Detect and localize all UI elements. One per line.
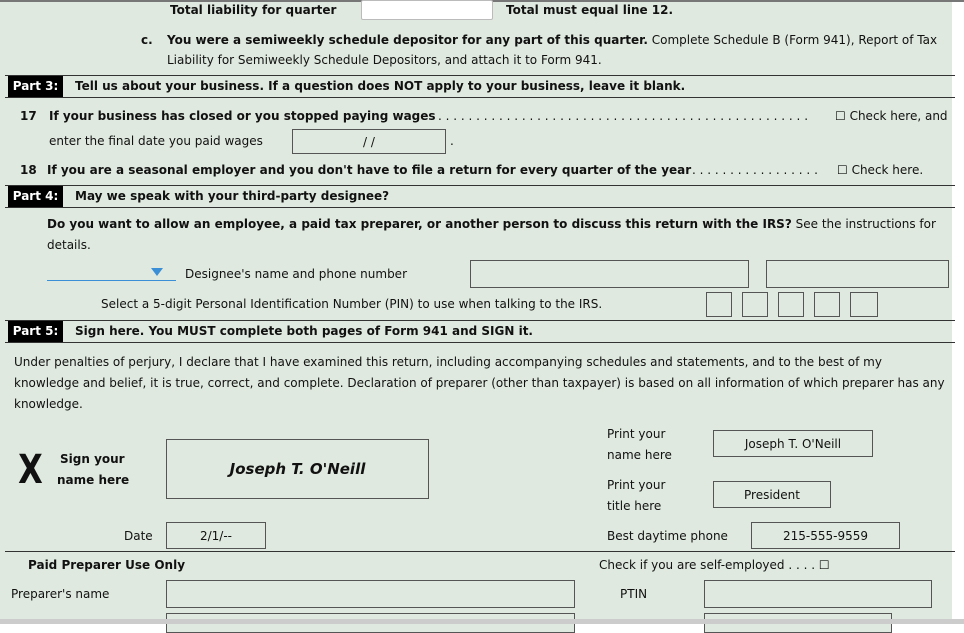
sign-label-2: name here	[57, 473, 130, 487]
declaration-line-3: knowledge.	[14, 397, 83, 411]
date-label: Date	[124, 529, 153, 543]
part4-title: May we speak with your third-party desig…	[75, 189, 390, 203]
part5-label: Part 5:	[8, 321, 63, 342]
part3-label: Part 3:	[8, 76, 63, 97]
q18-number: 18	[20, 163, 37, 177]
q18-checkbox[interactable]: ☐ Check here.	[837, 162, 923, 178]
designee-dropdown[interactable]	[47, 262, 176, 281]
designee-question-rest: See the instructions for	[795, 217, 936, 231]
x-mark-icon: X	[18, 447, 43, 493]
paid-preparer-heading: Paid Preparer Use Only	[28, 558, 186, 572]
pin-digit-5[interactable]	[850, 292, 878, 317]
part3-header: Part 3: Tell us about your business. If …	[5, 75, 955, 98]
part3-title: Tell us about your business. If a questi…	[75, 79, 686, 93]
q18-text: If you are a seasonal employer and you d…	[47, 163, 692, 177]
horizontal-scrollbar[interactable]	[0, 619, 964, 624]
self-employed-checkbox[interactable]: Check if you are self-employed . . . . ☐	[599, 557, 830, 573]
preparer-name-label: Preparer's name	[11, 587, 110, 601]
designee-question-line2: details.	[47, 238, 91, 252]
divider	[5, 551, 955, 552]
q17-line2: enter the final date you paid wages	[49, 134, 263, 148]
q18-dots: . . . . . . . . . . . . . . . . .	[692, 163, 818, 177]
line-c-text: You were a semiweekly schedule depositor…	[167, 32, 937, 48]
designee-question-bold: Do you want to allow an employee, a paid…	[47, 217, 792, 231]
q17-text: If your business has closed or you stopp…	[49, 109, 436, 123]
ptin-input[interactable]	[704, 580, 932, 608]
declaration-line-1: Under penalties of perjury, I declare th…	[14, 355, 882, 369]
pin-digit-2[interactable]	[742, 292, 768, 317]
print-title-label-2: title here	[607, 499, 662, 513]
pin-digit-1[interactable]	[706, 292, 732, 317]
line-c-line2: Liability for Semiweekly Schedule Deposi…	[167, 53, 602, 67]
line-c-bold: You were a semiweekly schedule depositor…	[167, 33, 648, 47]
signature-field[interactable]: Joseph T. O'Neill	[166, 439, 429, 499]
q17-period: .	[450, 134, 454, 148]
pin-label: Select a 5-digit Personal Identification…	[101, 297, 603, 311]
print-name-label-2: name here	[607, 448, 672, 462]
part5-title: Sign here. You MUST complete both pages …	[75, 324, 533, 338]
phone-label: Best daytime phone	[607, 529, 728, 543]
print-title-input[interactable]: President	[713, 481, 831, 508]
line-c-rest: Complete Schedule B (Form 941), Report o…	[651, 33, 938, 47]
preparer-name-input[interactable]	[166, 580, 575, 608]
chevron-down-icon	[151, 268, 163, 276]
total-liability-label: Total liability for quarter	[170, 3, 337, 17]
q17-checkbox[interactable]: ☐ Check here, and	[835, 108, 948, 124]
pin-digit-3[interactable]	[778, 292, 804, 317]
designee-phone-input[interactable]	[766, 260, 949, 288]
declaration-line-2: knowledge and belief, it is true, correc…	[14, 376, 945, 390]
phone-input[interactable]: 215-555-9559	[751, 522, 900, 549]
pin-digit-4[interactable]	[814, 292, 840, 317]
total-note: Total must equal line 12.	[506, 3, 674, 17]
designee-label: Designee's name and phone number	[185, 267, 407, 281]
print-title-label-1: Print your	[607, 478, 666, 492]
print-name-input[interactable]: Joseph T. O'Neill	[713, 430, 873, 457]
date-input[interactable]: 2/1/--	[166, 522, 266, 549]
form-941-page: Total liability for quarter Total must e…	[0, 0, 964, 633]
q17-dots: . . . . . . . . . . . . . . . . . . . . …	[438, 109, 809, 123]
final-date-input[interactable]: / /	[292, 129, 446, 154]
print-name-label-1: Print your	[607, 427, 666, 441]
designee-question: Do you want to allow an employee, a paid…	[47, 216, 936, 232]
designee-name-input[interactable]	[470, 260, 749, 288]
line-c-letter: c.	[141, 33, 153, 47]
part5-header: Part 5: Sign here. You MUST complete bot…	[5, 320, 955, 343]
part4-label: Part 4:	[8, 186, 63, 207]
q17-number: 17	[20, 109, 37, 123]
total-liability-input[interactable]	[361, 0, 493, 20]
part4-header: Part 4: May we speak with your third-par…	[5, 185, 955, 208]
sign-label-1: Sign your	[60, 452, 125, 466]
ptin-label: PTIN	[620, 587, 648, 601]
